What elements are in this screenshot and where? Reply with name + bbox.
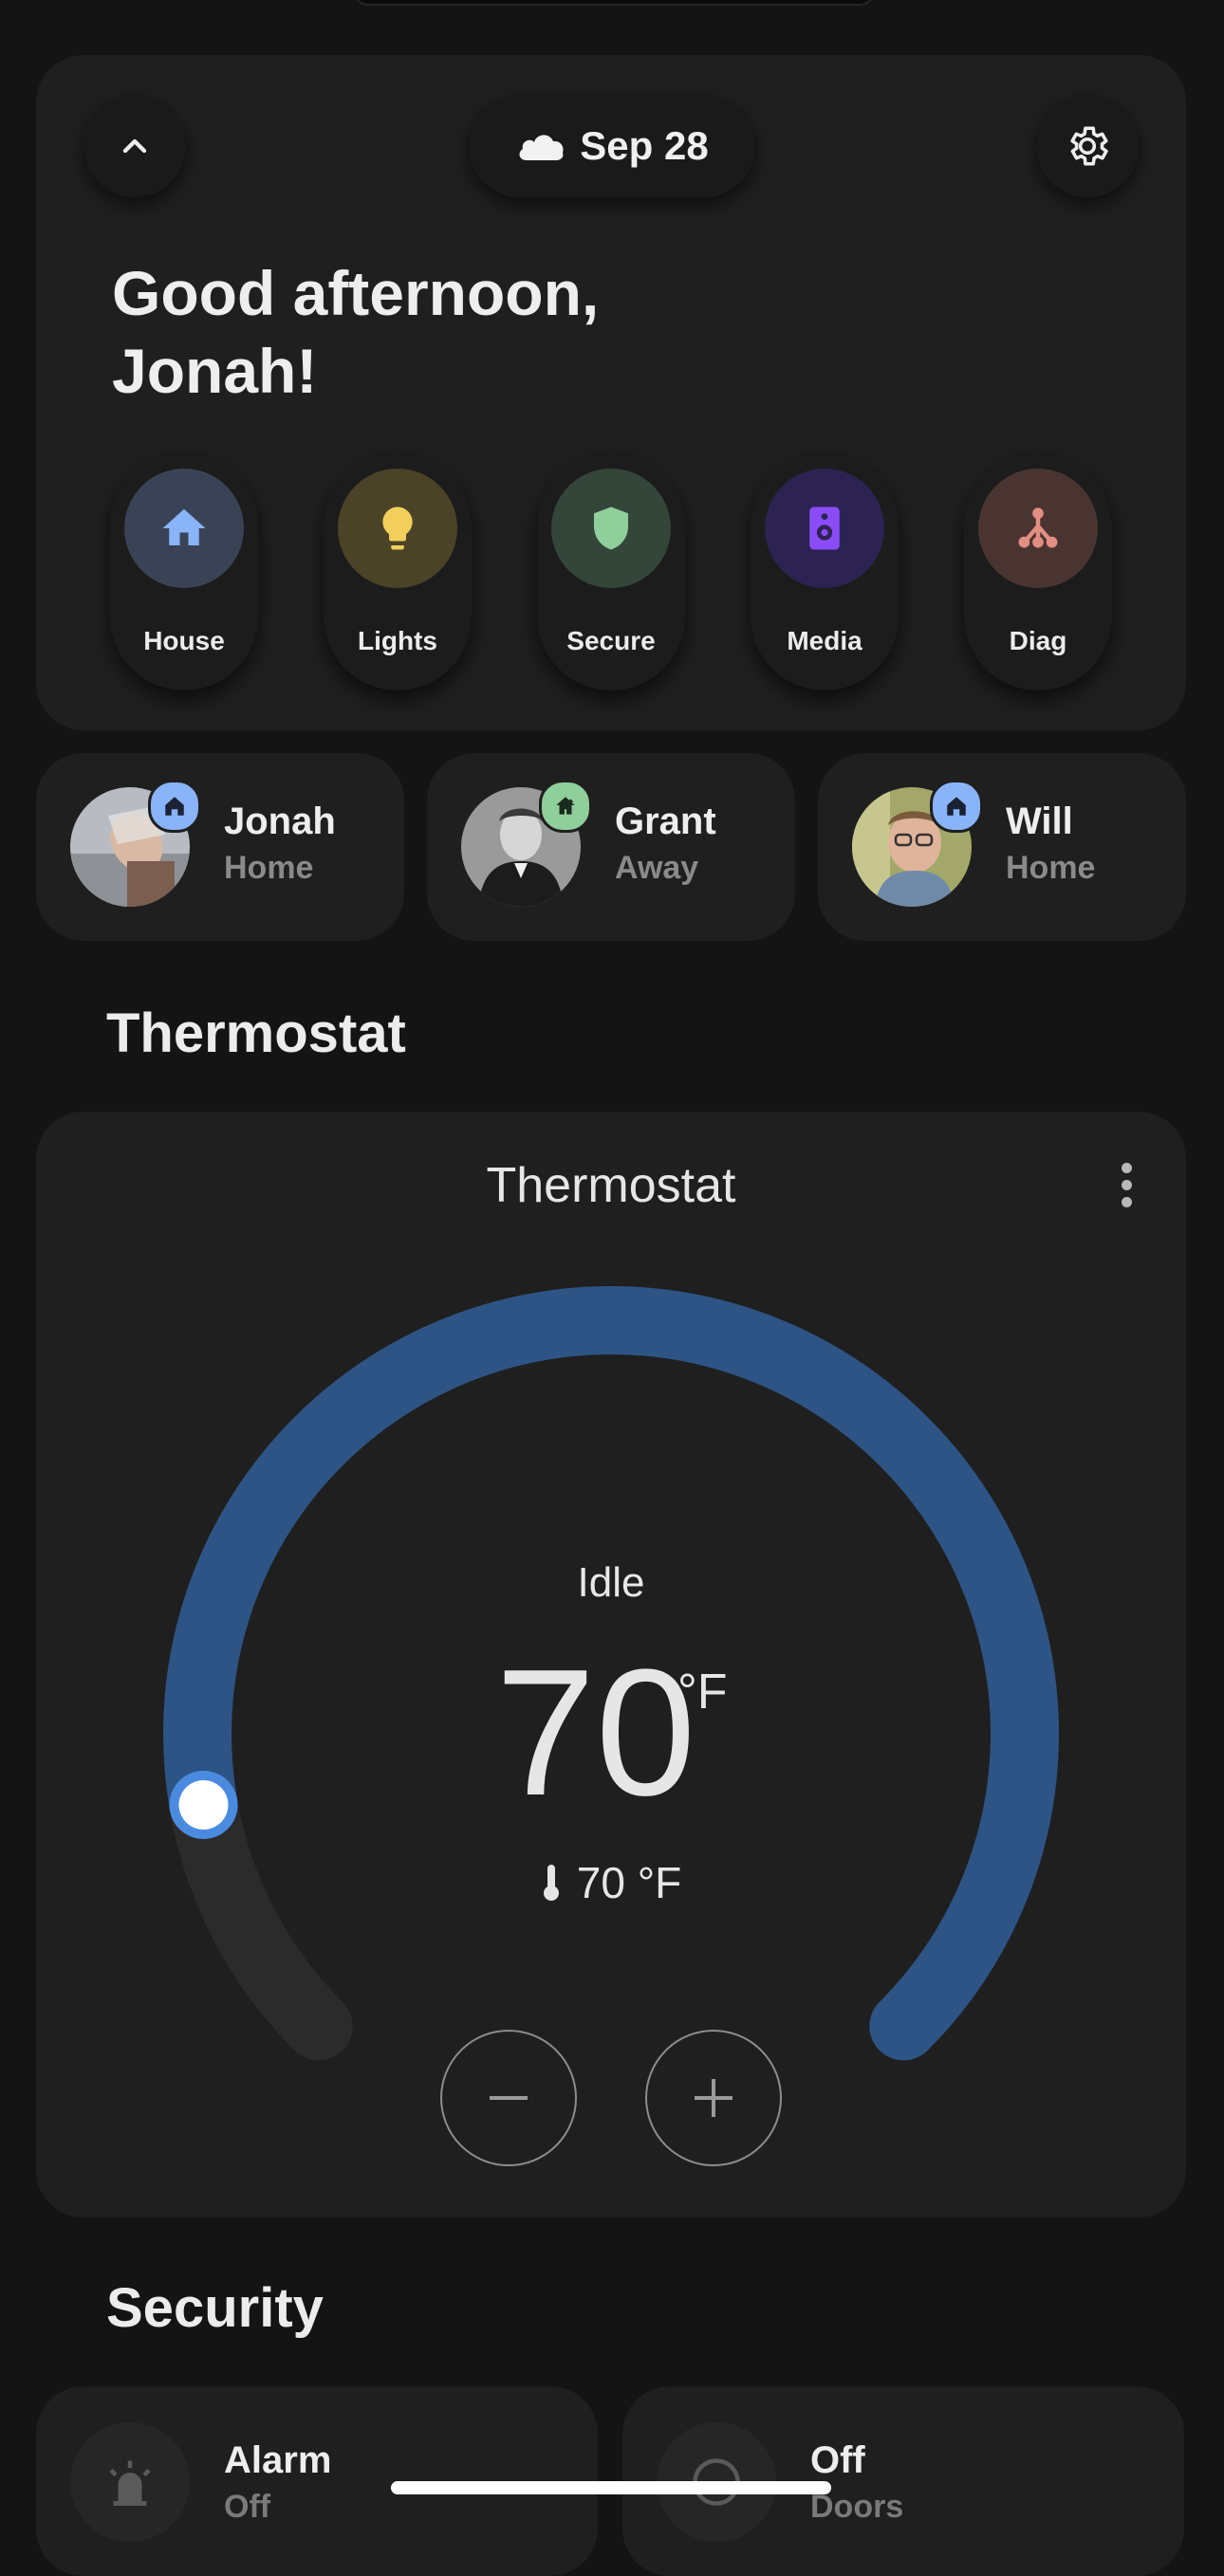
home-away-icon xyxy=(539,780,592,833)
person-name: Will xyxy=(1006,800,1073,842)
nav-lights[interactable]: Lights xyxy=(324,453,472,690)
shield-icon xyxy=(551,469,671,588)
thermostat-section-heading: Thermostat xyxy=(106,1003,406,1064)
settings-button[interactable] xyxy=(1036,95,1139,197)
nav-media[interactable]: Media xyxy=(751,453,899,690)
person-name: Grant xyxy=(615,800,716,842)
person-state: Home xyxy=(1006,850,1096,886)
minus-icon xyxy=(490,2096,528,2100)
doors-name: Off xyxy=(810,2439,865,2481)
nav-secure-label: Secure xyxy=(566,626,656,655)
current-temperature-value: 70 °F xyxy=(576,1858,682,1907)
device-notch xyxy=(353,0,875,6)
alarm-state: Off xyxy=(224,2489,271,2525)
nav-diag-label: Diag xyxy=(1009,626,1067,655)
nav-lights-label: Lights xyxy=(358,626,437,655)
person-card-grant[interactable]: Grant Away xyxy=(427,753,795,941)
thermostat-card: Thermostat Idle 70 °F 70 °F xyxy=(36,1112,1186,2217)
date-weather-pill[interactable]: Sep 28 xyxy=(469,95,755,197)
date-label: Sep 28 xyxy=(580,123,709,168)
plus-icon xyxy=(695,2079,733,2117)
target-temperature: 70 xyxy=(495,1632,696,1833)
greeting-text: Good afternoon, Jonah! xyxy=(112,258,600,406)
home-icon xyxy=(148,780,201,833)
decrease-temperature-button[interactable] xyxy=(440,2030,577,2166)
home-indicator[interactable] xyxy=(391,2481,831,2494)
person-state: Away xyxy=(615,850,699,886)
setpoint-handle[interactable] xyxy=(169,1770,238,1839)
person-name: Jonah xyxy=(224,800,336,842)
speaker-icon xyxy=(765,469,884,588)
nav-diag[interactable]: Diag xyxy=(964,453,1112,690)
current-temperature: 70 °F xyxy=(36,1857,1186,1908)
nav-media-label: Media xyxy=(787,626,862,655)
target-temperature-unit: °F xyxy=(677,1665,728,1720)
siren-icon xyxy=(70,2422,190,2542)
thermometer-icon xyxy=(543,1865,559,1901)
cloud-icon xyxy=(519,135,564,160)
nav-house-label: House xyxy=(143,626,225,655)
lightbulb-icon xyxy=(338,469,457,588)
alarm-name: Alarm xyxy=(224,2439,332,2481)
security-section-heading: Security xyxy=(106,2277,324,2339)
person-card-will[interactable]: Will Home xyxy=(818,753,1186,941)
person-state: Home xyxy=(224,850,314,886)
gear-icon xyxy=(1070,126,1108,166)
hvac-action: Idle xyxy=(577,1559,645,1606)
nav-secure[interactable]: Secure xyxy=(537,453,685,690)
increase-temperature-button[interactable] xyxy=(645,2030,782,2166)
home-icon xyxy=(930,780,983,833)
person-card-jonah[interactable]: Jonah Home xyxy=(36,753,404,941)
collapse-button[interactable] xyxy=(83,95,186,197)
house-icon xyxy=(124,469,244,588)
network-icon xyxy=(978,469,1098,588)
header-card: Sep 28 Good afternoon, Jonah! House Ligh… xyxy=(36,55,1186,730)
chevron-up-icon xyxy=(122,138,147,154)
nav-house[interactable]: House xyxy=(110,453,258,690)
